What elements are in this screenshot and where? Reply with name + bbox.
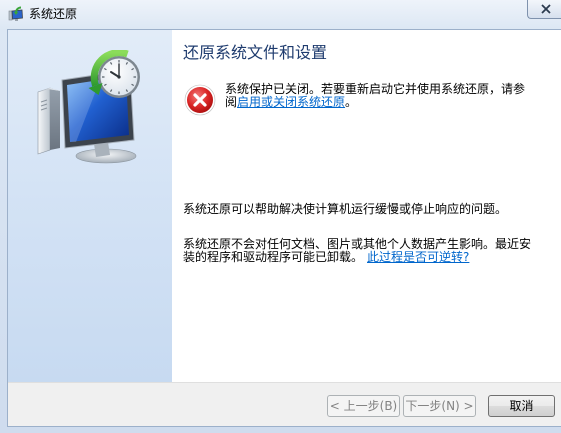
wizard-content-panel: 还原系统文件和设置 系统保护已关闭。若要重新启动它并使用系统还原，请参 阅启用或…: [172, 30, 561, 382]
protection-message-line2: 阅启用或关闭系统还原。: [225, 96, 525, 109]
protection-message-prefix: 阅: [225, 95, 238, 109]
title-bar[interactable]: 系统还原: [0, 0, 561, 29]
restore-description: 系统还原可以帮助解决使计算机运行缓慢或停止响应的问题。: [183, 202, 508, 216]
is-reversible-link[interactable]: 此过程是否可逆转?: [367, 250, 469, 264]
protection-message-suffix: 。: [345, 95, 358, 109]
cancel-button[interactable]: 取消: [488, 395, 555, 417]
restore-effect-note: 系统还原不会对任何文档、图片或其他个人数据产生影响。最近安 装的程序和驱动程序可…: [183, 238, 531, 264]
page-title: 还原系统文件和设置: [183, 43, 328, 62]
wizard-side-panel: [8, 30, 172, 382]
dialog-client-area: 还原系统文件和设置 系统保护已关闭。若要重新启动它并使用系统还原，请参 阅启用或…: [7, 29, 561, 427]
back-button[interactable]: < 上一步(B): [327, 395, 400, 417]
error-icon: [184, 84, 216, 116]
pc-tower: [37, 87, 60, 155]
wizard-button-bar: < 上一步(B) 下一步(N) > 取消: [8, 382, 561, 426]
close-button[interactable]: [527, 0, 561, 19]
effect-note-line2-text: 装的程序和驱动程序可能已卸载。: [183, 250, 364, 264]
close-icon: [541, 4, 551, 14]
clock: [98, 56, 140, 98]
system-restore-window: 系统还原 还原系统文件和设置 系统保护已关闭。若要重新启动它并使用系统还原，请参…: [0, 0, 561, 433]
system-restore-icon[interactable]: [8, 6, 24, 22]
effect-note-line2: 装的程序和驱动程序可能已卸载。 此过程是否可逆转?: [183, 251, 531, 264]
next-button[interactable]: 下一步(N) >: [403, 395, 476, 417]
enable-system-restore-link[interactable]: 启用或关闭系统还原: [237, 95, 345, 109]
protection-off-message: 系统保护已关闭。若要重新启动它并使用系统还原，请参 阅启用或关闭系统还原。: [225, 83, 525, 109]
computer-restore-illustration: [37, 50, 140, 164]
window-title: 系统还原: [29, 7, 78, 21]
